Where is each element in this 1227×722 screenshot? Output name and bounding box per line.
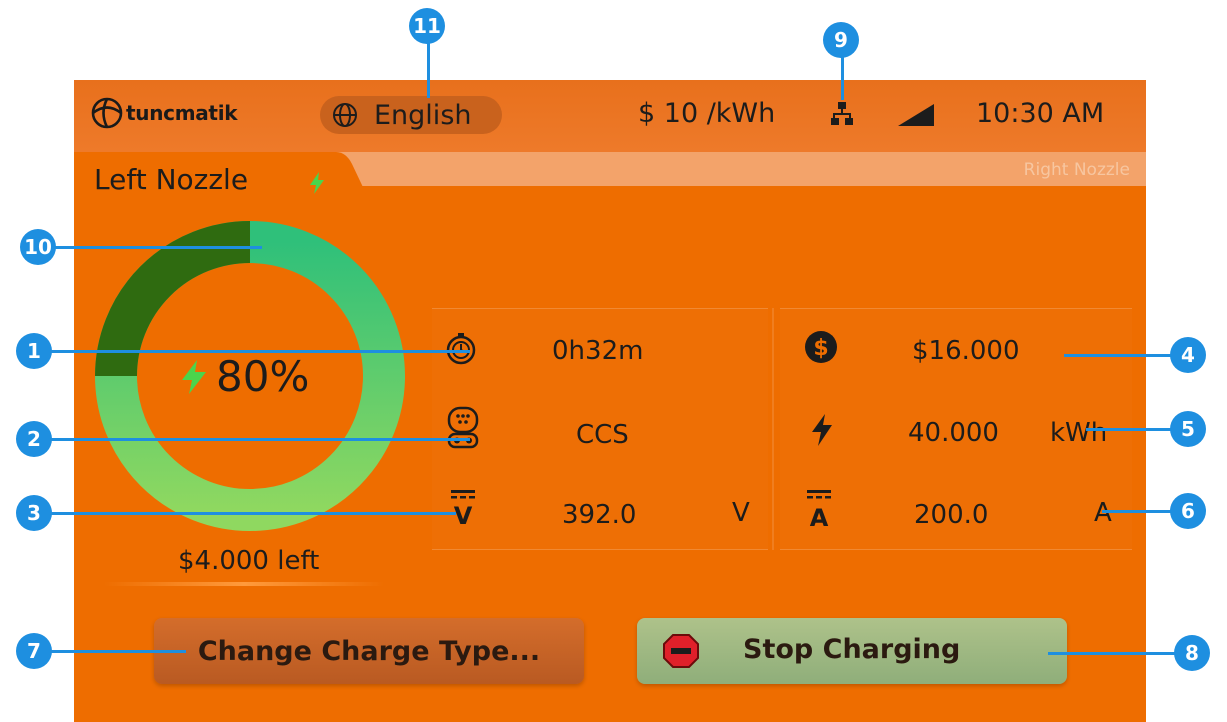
- language-selector[interactable]: English: [320, 96, 502, 134]
- change-charge-type-button[interactable]: Change Charge Type...: [154, 618, 584, 684]
- callout-line-2: [46, 438, 470, 441]
- voltage-value: 392.0: [562, 500, 637, 530]
- callout-line-1: [46, 350, 470, 353]
- callout-line-11: [427, 40, 430, 98]
- globe-icon: [333, 103, 357, 127]
- bolt-icon: [310, 172, 324, 194]
- svg-text:V: V: [454, 502, 473, 526]
- energy-unit: kWh: [1050, 418, 1108, 448]
- charger-screen: tuncmatik English $ 10 /kWh 10:30 AM Rig…: [74, 80, 1146, 722]
- callout-line-8: [1048, 652, 1188, 655]
- callout-line-3: [46, 512, 456, 515]
- network-icon: [831, 102, 853, 125]
- clock: 10:30 AM: [976, 98, 1105, 129]
- callout-badge-10: 10: [20, 229, 56, 265]
- brand-logo: tuncmatik: [90, 96, 238, 130]
- callout-line-10: [46, 246, 262, 249]
- stop-charging-button[interactable]: Stop Charging: [637, 618, 1067, 684]
- voltage-unit: V: [732, 498, 750, 528]
- language-label: English: [374, 99, 472, 131]
- connector-value: CCS: [576, 420, 629, 450]
- tab-left-nozzle[interactable]: Left Nozzle: [94, 163, 248, 196]
- dollar-icon: $: [805, 331, 837, 363]
- callout-line-7: [46, 650, 186, 653]
- current-icon: A: [807, 490, 831, 530]
- bolt-icon: [182, 359, 206, 394]
- stats-divider: [772, 308, 774, 550]
- tab-right-nozzle[interactable]: Right Nozzle: [1024, 160, 1130, 180]
- top-bar: tuncmatik English $ 10 /kWh 10:30 AM: [74, 80, 1146, 152]
- callout-badge-5: 5: [1170, 411, 1206, 447]
- voltage-icon: V: [451, 490, 475, 526]
- remaining-amount: $4.000 left: [178, 546, 320, 576]
- stop-charging-label: Stop Charging: [743, 634, 961, 665]
- callout-badge-2: 2: [16, 421, 52, 457]
- timer-icon: [446, 333, 476, 365]
- callout-line-9: [841, 56, 844, 100]
- callout-badge-1: 1: [16, 333, 52, 369]
- duration-value: 0h32m: [552, 336, 644, 366]
- cost-value: $16.000: [912, 336, 1020, 366]
- callout-badge-11: 11: [409, 8, 445, 44]
- price-per-kwh: $ 10 /kWh: [638, 98, 776, 129]
- svg-text:$: $: [813, 336, 828, 361]
- brand-name: tuncmatik: [126, 101, 238, 125]
- current-unit: A: [1094, 498, 1112, 528]
- ccs-connector-icon: [447, 406, 479, 449]
- brand-logo-icon: [91, 97, 123, 129]
- signal-icon: [898, 104, 934, 126]
- stop-icon: [663, 634, 699, 668]
- callout-badge-8: 8: [1174, 635, 1210, 671]
- energy-bolt-icon: [812, 414, 832, 446]
- callout-badge-6: 6: [1170, 493, 1206, 529]
- callout-badge-9: 9: [823, 22, 859, 58]
- current-value: 200.0: [914, 500, 989, 530]
- callout-badge-7: 7: [16, 633, 52, 669]
- charge-percent: 80%: [182, 352, 309, 401]
- charge-percent-value: 80%: [216, 352, 310, 401]
- change-charge-type-label: Change Charge Type...: [197, 635, 541, 667]
- energy-value: 40.000: [908, 418, 999, 448]
- svg-text:A: A: [810, 504, 829, 530]
- callout-badge-4: 4: [1170, 337, 1206, 373]
- remaining-underline: [104, 582, 384, 586]
- callout-badge-3: 3: [16, 495, 52, 531]
